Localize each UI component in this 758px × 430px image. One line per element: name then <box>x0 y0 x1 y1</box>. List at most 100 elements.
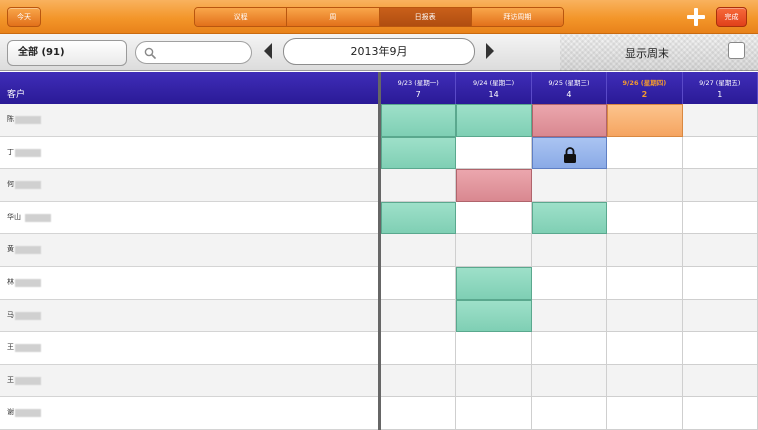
customer-row[interactable]: 谢 <box>0 397 378 430</box>
day-date-label: 9/25 (星期三) <box>548 79 590 87</box>
show-weekend-label: 显示周末 <box>625 47 669 60</box>
show-weekend-checkbox[interactable] <box>728 42 745 59</box>
customer-row[interactable]: 陈 <box>0 104 378 137</box>
day-header[interactable]: 9/23 (星期一) 7 <box>381 72 457 104</box>
empty-cell[interactable] <box>531 397 608 430</box>
customer-row[interactable]: 林 <box>0 266 378 300</box>
empty-cell[interactable] <box>456 397 532 430</box>
empty-cell[interactable] <box>607 397 683 430</box>
empty-cell[interactable] <box>682 169 758 202</box>
search-input[interactable] <box>160 45 246 60</box>
tab-week[interactable]: 周 <box>287 8 380 26</box>
all-customers-button[interactable]: 全部 (91) <box>7 40 127 66</box>
day-date-label: 9/26 (星期四) <box>622 79 667 87</box>
add-icon[interactable] <box>687 8 705 26</box>
empty-cell[interactable] <box>456 136 532 170</box>
calendar-day-header: 9/23 (星期一) 7 9/24 (星期二) 14 9/25 (星期三) 4 9/26 (… <box>381 72 758 104</box>
day-header[interactable]: 9/24 (星期二) 14 <box>456 72 532 104</box>
customer-row[interactable]: 何 <box>0 169 378 202</box>
empty-cell[interactable] <box>531 266 608 300</box>
visit-cell-green[interactable] <box>456 266 532 300</box>
redacted-name-block <box>15 246 41 255</box>
empty-cell[interactable] <box>682 104 758 137</box>
empty-cell[interactable] <box>682 234 758 267</box>
calendar-row <box>381 201 758 235</box>
month-selector[interactable]: 2013年9月 <box>283 38 475 65</box>
day-visit-count: 2 <box>641 90 648 99</box>
day-header[interactable]: 9/27 (星期五) 1 <box>683 72 758 104</box>
previous-month-icon[interactable] <box>264 43 272 59</box>
empty-cell[interactable] <box>381 266 457 300</box>
visit-cell-orange[interactable] <box>607 104 683 137</box>
day-visit-count: 7 <box>415 90 421 99</box>
empty-cell[interactable] <box>607 332 683 365</box>
empty-cell[interactable] <box>381 169 457 202</box>
visit-cell-green[interactable] <box>381 201 457 235</box>
visit-cell-green[interactable] <box>531 201 608 235</box>
empty-cell[interactable] <box>607 136 683 170</box>
visit-cell-blue-locked[interactable] <box>531 136 608 170</box>
empty-cell[interactable] <box>456 364 532 398</box>
customer-row[interactable]: 华山 <box>0 201 378 235</box>
customer-column-header: 客户 <box>0 72 378 104</box>
empty-cell[interactable] <box>531 169 608 202</box>
visit-cell-red[interactable] <box>531 104 608 137</box>
empty-cell[interactable] <box>531 299 608 333</box>
empty-cell[interactable] <box>381 397 457 430</box>
empty-cell[interactable] <box>682 332 758 365</box>
empty-cell[interactable] <box>682 397 758 430</box>
empty-cell[interactable] <box>531 234 608 267</box>
empty-cell[interactable] <box>531 332 608 365</box>
empty-cell[interactable] <box>531 364 608 398</box>
customer-row[interactable]: 马 <box>0 299 378 333</box>
empty-cell[interactable] <box>381 234 457 267</box>
visit-cell-green[interactable] <box>381 104 457 137</box>
search-field[interactable] <box>135 41 252 64</box>
empty-cell[interactable] <box>682 299 758 333</box>
empty-cell[interactable] <box>456 234 532 267</box>
empty-cell[interactable] <box>381 364 457 398</box>
day-visit-count: 4 <box>566 90 572 99</box>
done-button[interactable]: 完成 <box>716 7 747 27</box>
visit-cell-green[interactable] <box>456 104 532 137</box>
customer-row[interactable]: 王 <box>0 332 378 365</box>
visit-cell-green[interactable] <box>381 136 457 170</box>
empty-cell[interactable] <box>381 299 457 333</box>
empty-cell[interactable] <box>682 266 758 300</box>
customer-row[interactable]: 王 <box>0 364 378 398</box>
customer-row[interactable]: 丁 <box>0 136 378 170</box>
tab-agenda[interactable]: 议程 <box>195 8 288 26</box>
empty-cell[interactable] <box>682 201 758 235</box>
today-button[interactable]: 今天 <box>7 7 41 27</box>
customer-name: 马 <box>7 310 14 319</box>
customer-name: 陈 <box>7 115 14 123</box>
calendar-row <box>381 266 758 300</box>
redacted-name-block <box>15 116 41 124</box>
day-header[interactable]: 9/26 (星期四) 2 <box>607 72 683 104</box>
redacted-name-block <box>15 409 41 418</box>
customer-row[interactable]: 黄 <box>0 234 378 267</box>
day-date-label: 9/24 (星期二) <box>472 79 515 87</box>
day-header[interactable]: 9/25 (星期三) 4 <box>532 72 608 104</box>
visit-cell-green[interactable] <box>456 299 532 333</box>
customer-name: 王 <box>7 343 14 352</box>
calendar-row <box>381 104 758 137</box>
empty-cell[interactable] <box>607 234 683 267</box>
empty-cell[interactable] <box>607 364 683 398</box>
empty-cell[interactable] <box>607 299 683 333</box>
tab-daily-report[interactable]: 日报表 <box>379 8 472 26</box>
empty-cell[interactable] <box>456 201 532 235</box>
tab-visit-cycle[interactable]: 拜访周期 <box>471 8 563 26</box>
empty-cell[interactable] <box>682 136 758 170</box>
empty-cell[interactable] <box>456 332 532 365</box>
visit-cell-red[interactable] <box>456 169 532 202</box>
empty-cell[interactable] <box>607 266 683 300</box>
empty-cell[interactable] <box>607 169 683 202</box>
empty-cell[interactable] <box>381 332 457 365</box>
customer-name: 丁 <box>7 147 14 156</box>
customer-name: 何 <box>7 180 14 189</box>
next-month-icon[interactable] <box>486 43 494 59</box>
empty-cell[interactable] <box>607 201 683 235</box>
day-date-label: 9/27 (星期五) <box>699 79 741 87</box>
empty-cell[interactable] <box>682 364 758 398</box>
